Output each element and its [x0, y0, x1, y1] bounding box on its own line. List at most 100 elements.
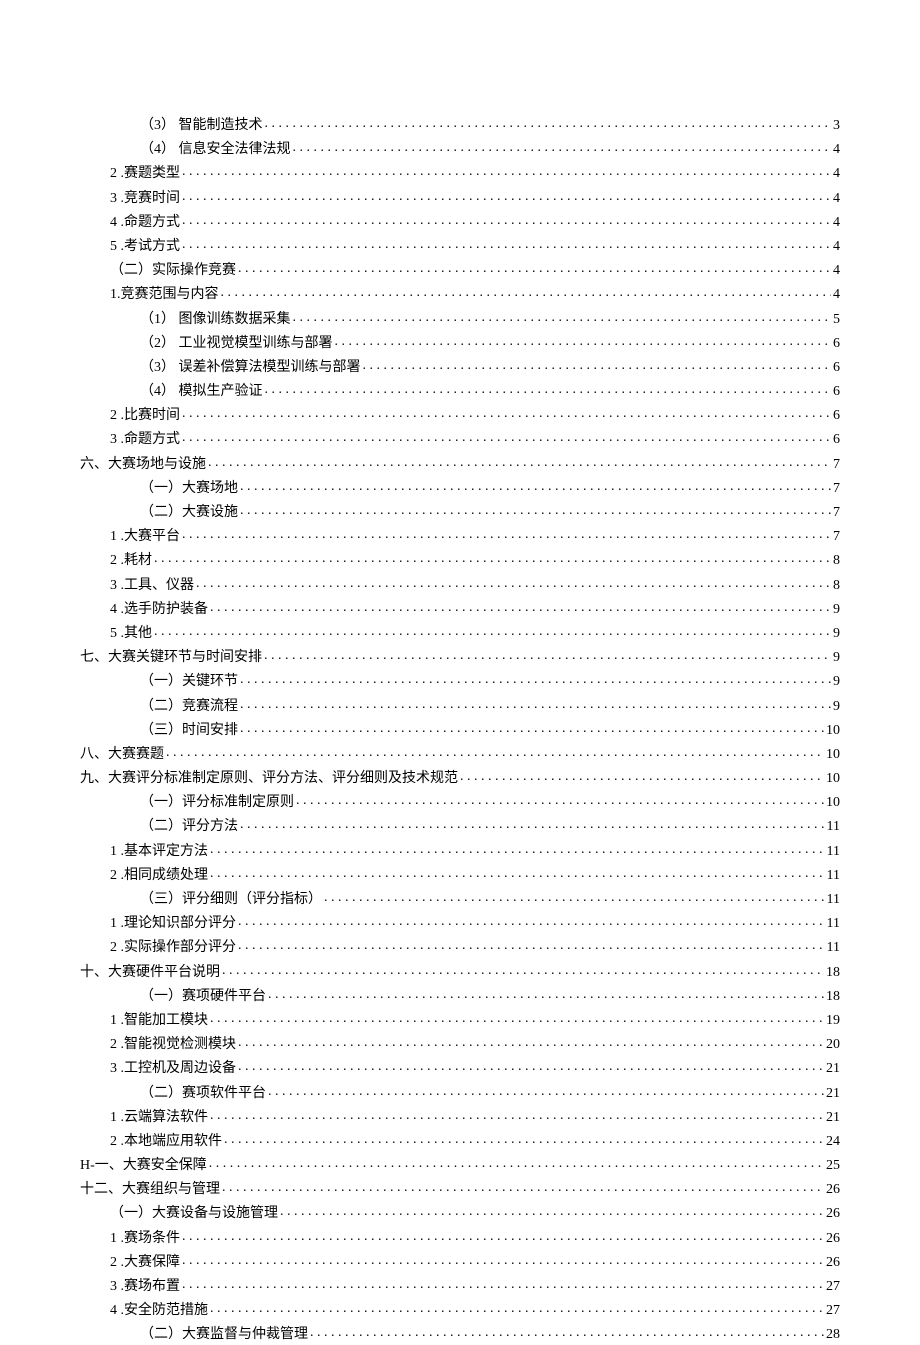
toc-entry-label: 八、大赛赛题 [80, 746, 166, 765]
toc-entry: 1 .智能加工模块19 [80, 1010, 840, 1031]
toc-entry-page: 27 [824, 1302, 840, 1321]
toc-leader-dots [293, 309, 832, 323]
toc-leader-dots [240, 478, 831, 492]
toc-entry-page: 4 [831, 286, 840, 305]
toc-entry: 1 .赛场条件26 [80, 1228, 840, 1249]
toc-entry: 3 .工具、仪器8 [80, 575, 840, 596]
toc-entry-page: 11 [825, 915, 840, 934]
toc-entry-label: 2 .智能视觉检测模块 [110, 1036, 238, 1055]
toc-entry: 1 .云端算法软件 21 [80, 1107, 840, 1128]
toc-entry-page: 4 [831, 214, 840, 233]
toc-leader-dots [210, 599, 831, 613]
toc-entry: H-一、大赛安全保障25 [80, 1155, 840, 1176]
toc-entry-label: 3 .工具、仪器 [110, 577, 196, 596]
toc-entry-page: 9 [831, 601, 840, 620]
toc-entry-label: （二）赛项软件平台 [140, 1085, 268, 1104]
toc-entry-page: 10 [824, 746, 840, 765]
toc-entry-label: 九、大赛评分标准制定原则、评分方法、评分细则及技术规范 [80, 770, 460, 789]
toc-leader-dots [208, 454, 831, 468]
toc-entry-page: 10 [824, 794, 840, 813]
toc-entry: 八、大赛赛题 10 [80, 744, 840, 765]
toc-entry: （4） 模拟生产验证 6 [80, 381, 840, 402]
toc-leader-dots [238, 913, 825, 927]
toc-entry-page: 21 [824, 1109, 840, 1128]
toc-entry: 七、大赛关键环节与时间安排9 [80, 647, 840, 668]
toc-leader-dots [182, 429, 831, 443]
toc-leader-dots [264, 647, 831, 661]
toc-entry: （二）竞赛流程9 [80, 696, 840, 717]
toc-entry-page: 11 [825, 891, 840, 910]
toc-leader-dots [240, 816, 825, 830]
toc-entry-label: 1 .基本评定方法 [110, 843, 210, 862]
toc-entry-label: 2 .耗材 [110, 552, 154, 571]
toc-entry-label: （1） 图像训练数据采集 [140, 311, 293, 330]
toc-entry: （三）时间安排 10 [80, 720, 840, 741]
toc-entry-label: （4） 模拟生产验证 [140, 383, 265, 402]
toc-leader-dots [182, 212, 831, 226]
toc-entry: （一）大赛场地7 [80, 478, 840, 499]
toc-leader-dots [363, 357, 832, 371]
toc-entry-label: 十、大赛硬件平台说明 [80, 964, 222, 983]
toc-leader-dots [182, 163, 831, 177]
toc-leader-dots [265, 381, 832, 395]
toc-leader-dots [460, 768, 824, 782]
toc-entry: （1） 图像训练数据采集 5 [80, 309, 840, 330]
toc-entry-page: 9 [831, 673, 840, 692]
toc-entry-page: 6 [831, 383, 840, 402]
toc-leader-dots [166, 744, 824, 758]
toc-entry-page: 11 [825, 818, 840, 837]
toc-entry-label: 3 .工控机及周边设备 [110, 1060, 238, 1079]
toc-entry: 3 .命题方式6 [80, 429, 840, 450]
toc-entry: （4） 信息安全法律法规4 [80, 139, 840, 160]
toc-leader-dots [154, 550, 831, 564]
toc-entry: （二）大赛监督与仲裁管理28 [80, 1324, 840, 1345]
toc-entry-page: 3 [831, 117, 840, 136]
toc-entry: 九、大赛评分标准制定原则、评分方法、评分细则及技术规范 10 [80, 768, 840, 789]
toc-entry: 1.竞赛范围与内容 4 [80, 284, 840, 305]
toc-entry: （一）赛项硬件平台18 [80, 986, 840, 1007]
toc-entry-page: 18 [824, 964, 840, 983]
toc-leader-dots [238, 937, 825, 951]
toc-entry-label: （一）大赛设备与设施管理 [110, 1205, 280, 1224]
toc-entry-label: （3） 智能制造技术 [140, 117, 265, 136]
toc-entry-page: 11 [825, 843, 840, 862]
toc-leader-dots [210, 1107, 824, 1121]
toc-entry: 2 .相同成绩处理 11 [80, 865, 840, 886]
toc-entry: 5 .考试方式4 [80, 236, 840, 257]
toc-entry-page: 4 [831, 141, 840, 160]
toc-leader-dots [182, 236, 831, 250]
toc-entry-page: 8 [831, 552, 840, 571]
toc-entry-label: 2 .相同成绩处理 [110, 867, 210, 886]
toc-entry-page: 21 [824, 1085, 840, 1104]
toc-entry-page: 7 [831, 456, 840, 475]
toc-entry-label: 4 .选手防护装备 [110, 601, 210, 620]
toc-entry-label: 十二、大赛组织与管理 [80, 1181, 222, 1200]
toc-entry-label: 2 .本地端应用软件 [110, 1133, 224, 1152]
toc-leader-dots [296, 792, 824, 806]
document-page: （3） 智能制造技术3（4） 信息安全法律法规42 .赛题类型43 .竞赛时间4… [0, 0, 920, 1301]
toc-leader-dots [222, 962, 824, 976]
toc-entry-page: 26 [824, 1254, 840, 1273]
toc-entry-page: 5 [831, 311, 840, 330]
toc-entry: 2 .耗材 8 [80, 550, 840, 571]
toc-entry-page: 6 [831, 431, 840, 450]
toc-entry-label: （2） 工业视觉模型训练与部署 [140, 335, 335, 354]
toc-leader-dots [238, 1058, 824, 1072]
toc-leader-dots [210, 841, 825, 855]
toc-entry-label: 5 .其他 [110, 625, 154, 644]
toc-entry: （一）大赛设备与设施管理26 [80, 1203, 840, 1224]
toc-entry-label: 1 .云端算法软件 [110, 1109, 210, 1128]
toc-entry-page: 24 [824, 1133, 840, 1152]
toc-entry-label: 4 .安全防范措施 [110, 1302, 210, 1321]
toc-entry: （3） 智能制造技术 3 [80, 115, 840, 136]
toc-entry-page: 11 [825, 867, 840, 886]
toc-entry-label: （三）时间安排 [140, 722, 240, 741]
toc-entry-page: 4 [831, 238, 840, 257]
toc-entry: （二）评分方法11 [80, 816, 840, 837]
toc-entry-label: 1.竞赛范围与内容 [110, 286, 221, 305]
toc-entry-label: （二）竞赛流程 [140, 698, 240, 717]
toc-entry-label: （一）评分标准制定原则 [140, 794, 296, 813]
toc-leader-dots [196, 575, 831, 589]
toc-entry-page: 10 [824, 770, 840, 789]
toc-entry-page: 10 [824, 722, 840, 741]
